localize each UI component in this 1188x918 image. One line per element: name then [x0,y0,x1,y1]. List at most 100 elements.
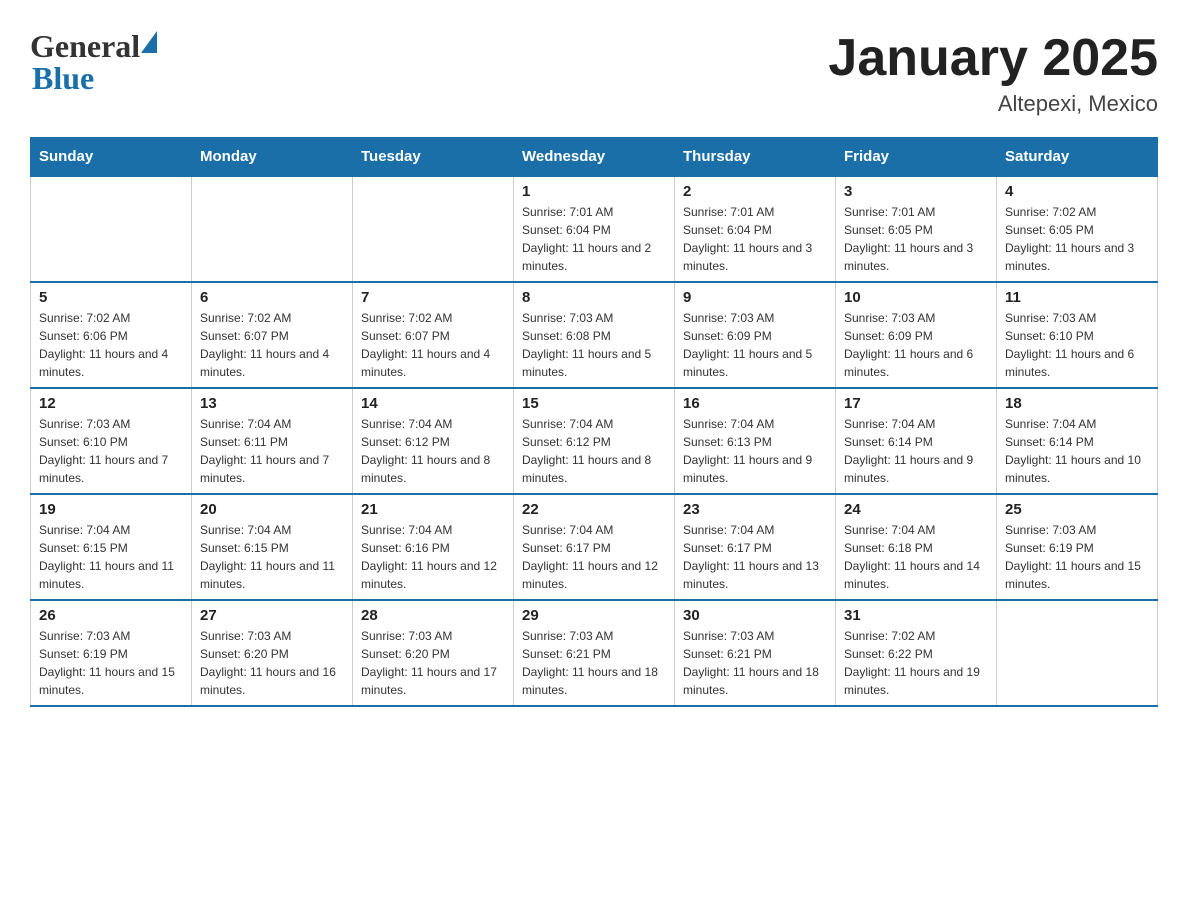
calendar-cell [31,176,192,282]
header-monday: Monday [192,138,353,177]
calendar-cell [997,600,1158,706]
day-info: Sunrise: 7:03 AMSunset: 6:08 PMDaylight:… [522,309,666,381]
calendar-cell: 21 Sunrise: 7:04 AMSunset: 6:16 PMDayligh… [353,494,514,600]
calendar-header-row: SundayMondayTuesdayWednesdayThursdayFrid… [31,138,1158,177]
header-friday: Friday [836,138,997,177]
day-number: 9 [683,289,827,306]
week-row-1: 1 Sunrise: 7:01 AMSunset: 6:04 PMDaylight… [31,176,1158,282]
day-number: 18 [1005,395,1149,412]
calendar-cell: 3 Sunrise: 7:01 AMSunset: 6:05 PMDaylight… [836,176,997,282]
calendar-cell: 10 Sunrise: 7:03 AMSunset: 6:09 PMDayligh… [836,282,997,388]
day-info: Sunrise: 7:03 AMSunset: 6:09 PMDaylight:… [844,309,988,381]
day-number: 12 [39,395,183,412]
day-info: Sunrise: 7:03 AMSunset: 6:20 PMDaylight:… [200,627,344,699]
page-header: General Blue January 2025 Altepexi, Mexi… [30,30,1158,117]
day-number: 30 [683,607,827,624]
day-number: 7 [361,289,505,306]
day-info: Sunrise: 7:04 AMSunset: 6:15 PMDaylight:… [200,521,344,593]
day-number: 1 [522,183,666,200]
calendar-location: Altepexi, Mexico [828,91,1158,117]
calendar-cell: 19Sunrise: 7:04 AMSunset: 6:15 PMDayligh… [31,494,192,600]
day-info: Sunrise: 7:03 AMSunset: 6:21 PMDaylight:… [683,627,827,699]
day-info: Sunrise: 7:03 AMSunset: 6:20 PMDaylight:… [361,627,505,699]
day-info: Sunrise: 7:04 AMSunset: 6:12 PMDaylight:… [522,415,666,487]
day-number: 20 [200,501,344,518]
day-info: Sunrise: 7:04 AMSunset: 6:18 PMDaylight:… [844,521,988,593]
day-info: Sunrise: 7:04 AMSunset: 6:14 PMDaylight:… [844,415,988,487]
day-info: Sunrise: 7:02 AMSunset: 6:07 PMDaylight:… [361,309,505,381]
calendar-cell: 12 Sunrise: 7:03 AMSunset: 6:10 PMDayligh… [31,388,192,494]
day-number: 10 [844,289,988,306]
calendar-cell: 25Sunrise: 7:03 AMSunset: 6:19 PMDayligh… [997,494,1158,600]
calendar-cell [353,176,514,282]
day-info: Sunrise: 7:04 AMSunset: 6:16 PMDaylight:… [361,521,505,593]
calendar-cell: 8Sunrise: 7:03 AMSunset: 6:08 PMDaylight… [514,282,675,388]
day-info: Sunrise: 7:04 AMSunset: 6:14 PMDaylight:… [1005,415,1149,487]
day-number: 3 [844,183,988,200]
day-info: Sunrise: 7:02 AMSunset: 6:05 PMDaylight:… [1005,203,1149,275]
day-number: 27 [200,607,344,624]
logo-general-text: General [30,30,140,62]
day-number: 22 [522,501,666,518]
day-info: Sunrise: 7:03 AMSunset: 6:21 PMDaylight:… [522,627,666,699]
calendar-cell: 14Sunrise: 7:04 AMSunset: 6:12 PMDayligh… [353,388,514,494]
day-number: 15 [522,395,666,412]
week-row-3: 12 Sunrise: 7:03 AMSunset: 6:10 PMDayligh… [31,388,1158,494]
calendar-cell: 22Sunrise: 7:04 AMSunset: 6:17 PMDayligh… [514,494,675,600]
calendar-cell: 16 Sunrise: 7:04 AMSunset: 6:13 PMDayligh… [675,388,836,494]
day-info: Sunrise: 7:01 AMSunset: 6:05 PMDaylight:… [844,203,988,275]
calendar-table: SundayMondayTuesdayWednesdayThursdayFrid… [30,137,1158,707]
header-saturday: Saturday [997,138,1158,177]
day-number: 24 [844,501,988,518]
day-number: 19 [39,501,183,518]
day-number: 5 [39,289,183,306]
calendar-cell: 24 Sunrise: 7:04 AMSunset: 6:18 PMDayligh… [836,494,997,600]
day-number: 26 [39,607,183,624]
day-number: 17 [844,395,988,412]
day-number: 14 [361,395,505,412]
header-sunday: Sunday [31,138,192,177]
calendar-cell: 26 Sunrise: 7:03 AMSunset: 6:19 PMDayligh… [31,600,192,706]
calendar-cell: 6 Sunrise: 7:02 AMSunset: 6:07 PMDaylight… [192,282,353,388]
day-number: 23 [683,501,827,518]
header-thursday: Thursday [675,138,836,177]
calendar-cell: 23Sunrise: 7:04 AMSunset: 6:17 PMDayligh… [675,494,836,600]
day-number: 4 [1005,183,1149,200]
header-wednesday: Wednesday [514,138,675,177]
day-info: Sunrise: 7:03 AMSunset: 6:19 PMDaylight:… [1005,521,1149,593]
day-info: Sunrise: 7:03 AMSunset: 6:19 PMDaylight:… [39,627,183,699]
calendar-cell: 28 Sunrise: 7:03 AMSunset: 6:20 PMDayligh… [353,600,514,706]
day-info: Sunrise: 7:03 AMSunset: 6:10 PMDaylight:… [1005,309,1149,381]
calendar-cell: 7 Sunrise: 7:02 AMSunset: 6:07 PMDaylight… [353,282,514,388]
calendar-cell: 11Sunrise: 7:03 AMSunset: 6:10 PMDayligh… [997,282,1158,388]
day-number: 28 [361,607,505,624]
day-info: Sunrise: 7:02 AMSunset: 6:07 PMDaylight:… [200,309,344,381]
day-info: Sunrise: 7:02 AMSunset: 6:06 PMDaylight:… [39,309,183,381]
calendar-cell: 20 Sunrise: 7:04 AMSunset: 6:15 PMDayligh… [192,494,353,600]
logo: General Blue [30,30,157,97]
title-section: January 2025 Altepexi, Mexico [828,30,1158,117]
day-info: Sunrise: 7:02 AMSunset: 6:22 PMDaylight:… [844,627,988,699]
header-tuesday: Tuesday [353,138,514,177]
day-number: 21 [361,501,505,518]
day-info: Sunrise: 7:04 AMSunset: 6:13 PMDaylight:… [683,415,827,487]
day-info: Sunrise: 7:01 AMSunset: 6:04 PMDaylight:… [683,203,827,275]
day-number: 31 [844,607,988,624]
calendar-title: January 2025 [828,30,1158,87]
day-number: 6 [200,289,344,306]
calendar-cell: 17 Sunrise: 7:04 AMSunset: 6:14 PMDayligh… [836,388,997,494]
logo-triangle-icon [141,31,157,53]
week-row-2: 5 Sunrise: 7:02 AMSunset: 6:06 PMDaylight… [31,282,1158,388]
day-number: 29 [522,607,666,624]
calendar-cell: 18 Sunrise: 7:04 AMSunset: 6:14 PMDayligh… [997,388,1158,494]
calendar-cell: 30 Sunrise: 7:03 AMSunset: 6:21 PMDayligh… [675,600,836,706]
calendar-cell: 5 Sunrise: 7:02 AMSunset: 6:06 PMDaylight… [31,282,192,388]
calendar-cell: 1Sunrise: 7:01 AMSunset: 6:04 PMDaylight… [514,176,675,282]
calendar-cell: 4 Sunrise: 7:02 AMSunset: 6:05 PMDaylight… [997,176,1158,282]
day-info: Sunrise: 7:04 AMSunset: 6:11 PMDaylight:… [200,415,344,487]
day-number: 16 [683,395,827,412]
calendar-cell: 9Sunrise: 7:03 AMSunset: 6:09 PMDaylight… [675,282,836,388]
logo-blue-text: Blue [30,60,94,97]
calendar-cell: 13Sunrise: 7:04 AMSunset: 6:11 PMDayligh… [192,388,353,494]
day-info: Sunrise: 7:03 AMSunset: 6:10 PMDaylight:… [39,415,183,487]
